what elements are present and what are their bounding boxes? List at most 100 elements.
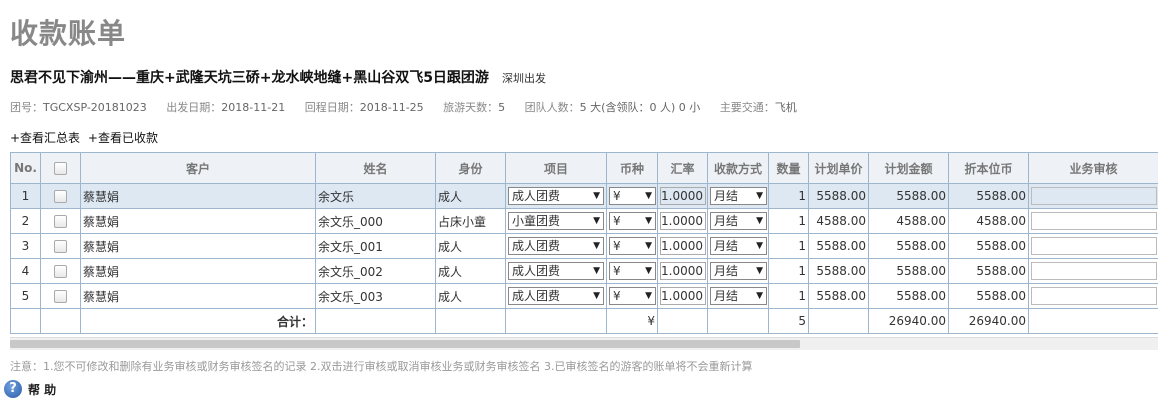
- table-row[interactable]: 4 蔡慧娟 余文乐_002 成人 成人团费 ▼ ¥ ▼ 1.0000 月结 ▼ 1 5…: [10, 258, 1158, 284]
- currency-select-value: ¥: [613, 189, 621, 203]
- audit-field[interactable]: [1031, 212, 1157, 230]
- total-amount: 26940.00: [868, 308, 949, 334]
- currency-select[interactable]: ¥ ▼: [609, 212, 656, 230]
- row-checkbox[interactable]: [40, 258, 81, 284]
- horizontal-scrollbar[interactable]: [10, 337, 1158, 350]
- row-amount: 5588.00: [868, 233, 949, 259]
- rate-input[interactable]: 1.0000: [660, 237, 706, 255]
- item-select[interactable]: 成人团费 ▼: [508, 187, 604, 205]
- col-no: No.: [10, 152, 41, 184]
- table-row[interactable]: 5 蔡慧娟 余文乐_003 成人 成人团费 ▼ ¥ ▼ 1.0000 月结 ▼ 1 5…: [10, 283, 1158, 309]
- total-qty: 5: [768, 308, 809, 334]
- tour-name: 思君不见下渝州——重庆+武隆天坑三硚+龙水峡地缝+黑山谷双飞5日跟团游: [10, 70, 489, 86]
- row-base: 4588.00: [948, 208, 1029, 234]
- row-qty: 1: [768, 233, 809, 259]
- table-row[interactable]: 2 蔡慧娟 余文乐_000 占床小童 小童团费 ▼ ¥ ▼ 1.0000 月结 ▼ 1…: [10, 208, 1158, 234]
- row-unit-price: 5588.00: [808, 283, 869, 309]
- chevron-down-icon: ▼: [593, 291, 600, 301]
- row-audit-cell: [1028, 208, 1158, 234]
- return-date-value: 2018-11-25: [359, 101, 424, 114]
- method-select[interactable]: 月结 ▼: [710, 212, 767, 230]
- audit-field[interactable]: [1031, 287, 1157, 305]
- item-select[interactable]: 小童团费 ▼: [508, 212, 604, 230]
- row-checkbox[interactable]: [40, 283, 81, 309]
- rate-input[interactable]: 1.0000: [660, 212, 706, 230]
- row-currency-cell: ¥ ▼: [606, 258, 658, 284]
- col-unit-price: 计划单价: [808, 152, 869, 184]
- row-rate-cell: 1.0000: [657, 183, 708, 209]
- method-select[interactable]: 月结 ▼: [710, 262, 767, 280]
- row-checkbox[interactable]: [40, 233, 81, 259]
- currency-select[interactable]: ¥ ▼: [609, 287, 656, 305]
- col-audit: 业务审核: [1028, 152, 1158, 184]
- checkbox-icon[interactable]: [54, 265, 67, 278]
- audit-field[interactable]: [1031, 187, 1157, 205]
- currency-select[interactable]: ¥ ▼: [609, 262, 656, 280]
- help-button[interactable]: ? 帮 助: [4, 380, 56, 398]
- chevron-down-icon: ▼: [593, 191, 600, 201]
- item-select[interactable]: 成人团费 ▼: [508, 287, 604, 305]
- row-checkbox[interactable]: [40, 208, 81, 234]
- days-value: 5: [498, 101, 506, 114]
- row-customer: 蔡慧娟: [80, 283, 316, 309]
- row-identity: 成人: [435, 258, 506, 284]
- view-summary-link[interactable]: +查看汇总表: [10, 131, 80, 145]
- row-method-cell: 月结 ▼: [707, 258, 769, 284]
- group-no-label: 团号：: [10, 101, 43, 114]
- row-currency-cell: ¥ ▼: [606, 208, 658, 234]
- row-name: 余文乐_003: [315, 283, 436, 309]
- row-unit-price: 5588.00: [808, 183, 869, 209]
- currency-select-value: ¥: [613, 264, 621, 278]
- action-links: +查看汇总表 +查看已收款: [10, 129, 162, 146]
- method-select-value: 月结: [714, 289, 739, 303]
- table-row[interactable]: 3 蔡慧娟 余文乐_001 成人 成人团费 ▼ ¥ ▼ 1.0000 月结 ▼ 1 5…: [10, 233, 1158, 259]
- currency-select[interactable]: ¥ ▼: [609, 187, 656, 205]
- currency-select-value: ¥: [613, 239, 621, 253]
- row-item-cell: 成人团费 ▼: [505, 283, 607, 309]
- row-base: 5588.00: [948, 258, 1029, 284]
- col-item: 项目: [505, 152, 607, 184]
- row-item-cell: 小童团费 ▼: [505, 208, 607, 234]
- row-base: 5588.00: [948, 183, 1029, 209]
- row-no: 2: [10, 208, 41, 234]
- chevron-down-icon: ▼: [756, 241, 763, 251]
- checkbox-icon[interactable]: [54, 290, 67, 303]
- total-currency: ¥: [606, 308, 658, 334]
- rate-input[interactable]: 1.0000: [660, 262, 706, 280]
- table-row[interactable]: 1 蔡慧娟 余文乐 成人 成人团费 ▼ ¥ ▼ 1.0000 月结 ▼ 1 5588.…: [10, 183, 1158, 209]
- item-select[interactable]: 成人团费 ▼: [508, 237, 604, 255]
- rate-input[interactable]: 1.0000: [660, 187, 706, 205]
- col-base-currency: 折本位币: [948, 152, 1029, 184]
- audit-field[interactable]: [1031, 237, 1157, 255]
- row-name: 余文乐_001: [315, 233, 436, 259]
- row-checkbox[interactable]: [40, 183, 81, 209]
- row-rate-cell: 1.0000: [657, 208, 708, 234]
- row-currency-cell: ¥ ▼: [606, 183, 658, 209]
- audit-field[interactable]: [1031, 262, 1157, 280]
- people-label: 团队人数：: [524, 101, 580, 114]
- row-identity: 成人: [435, 283, 506, 309]
- item-select[interactable]: 成人团费 ▼: [508, 262, 604, 280]
- scrollbar-thumb[interactable]: [10, 340, 800, 348]
- col-select-all[interactable]: [40, 152, 81, 184]
- method-select[interactable]: 月结 ▼: [710, 187, 767, 205]
- currency-select[interactable]: ¥ ▼: [609, 237, 656, 255]
- row-audit-cell: [1028, 283, 1158, 309]
- method-select[interactable]: 月结 ▼: [710, 287, 767, 305]
- chevron-down-icon: ▼: [756, 266, 763, 276]
- rate-input[interactable]: 1.0000: [660, 287, 706, 305]
- item-select-value: 成人团费: [512, 239, 561, 253]
- checkbox-icon[interactable]: [54, 215, 67, 228]
- checkbox-icon[interactable]: [54, 162, 67, 175]
- checkbox-icon[interactable]: [54, 190, 67, 203]
- row-method-cell: 月结 ▼: [707, 208, 769, 234]
- people-value: 5 大(含领队：0 人) 0 小: [579, 101, 701, 114]
- method-select[interactable]: 月结 ▼: [710, 237, 767, 255]
- row-method-cell: 月结 ▼: [707, 233, 769, 259]
- chevron-down-icon: ▼: [645, 191, 652, 201]
- transport-label: 主要交通：: [719, 101, 775, 114]
- row-unit-price: 5588.00: [808, 258, 869, 284]
- view-received-link[interactable]: +查看已收款: [88, 131, 158, 145]
- checkbox-icon[interactable]: [54, 240, 67, 253]
- row-method-cell: 月结 ▼: [707, 283, 769, 309]
